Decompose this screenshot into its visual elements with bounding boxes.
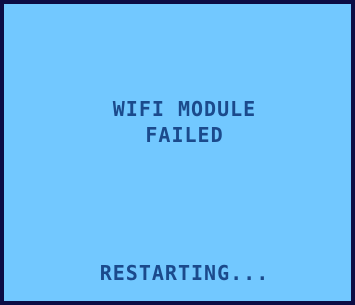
device-screen: WIFI MODULE FAILED RESTARTING...: [0, 0, 355, 305]
error-message: WIFI MODULE FAILED: [4, 96, 355, 148]
status-text: RESTARTING...: [99, 261, 270, 285]
error-line-2: FAILED: [145, 123, 224, 147]
error-line-1: WIFI MODULE: [112, 97, 257, 121]
